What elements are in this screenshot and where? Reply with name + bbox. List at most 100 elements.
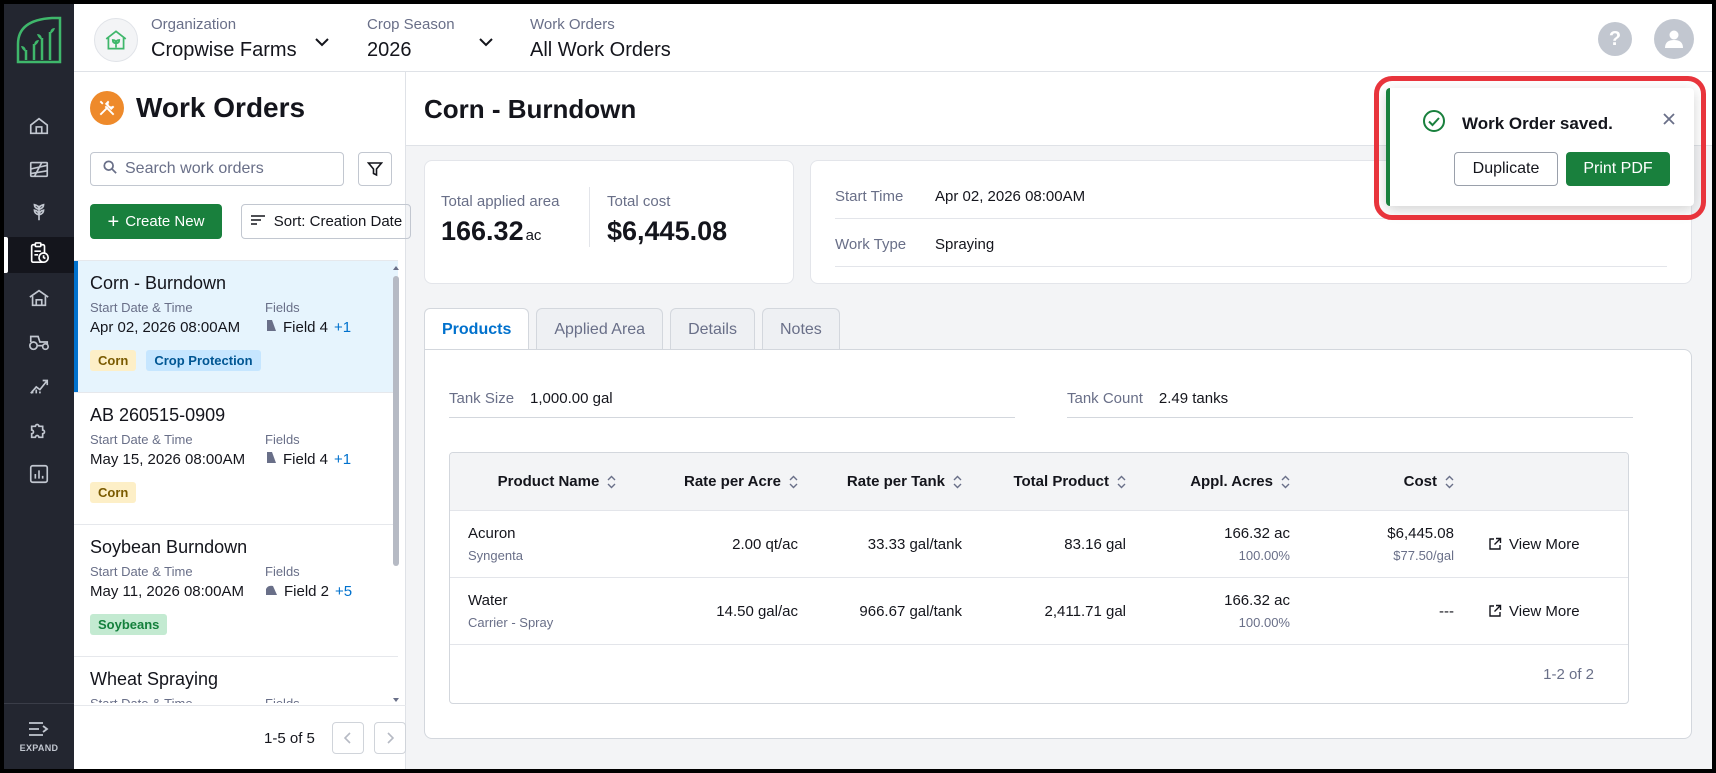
- start-date-label: Start Date & Time: [90, 432, 193, 447]
- column-label: Rate per Acre: [684, 473, 781, 490]
- external-link-icon: [1489, 537, 1502, 550]
- col-cost[interactable]: Cost: [1306, 473, 1470, 490]
- list-item[interactable]: Corn - Burndown Start Date & Time Apr 02…: [74, 261, 398, 393]
- sidebar-item-work-orders[interactable]: [4, 237, 74, 273]
- view-more-link[interactable]: View More: [1488, 536, 1610, 553]
- search-box[interactable]: [90, 152, 344, 186]
- close-icon[interactable]: [1662, 112, 1676, 131]
- tank-count-row: Tank Count 2.49 tanks: [1067, 380, 1633, 418]
- app-window: EXPAND Organization Cropwise Farms Crop …: [4, 4, 1712, 769]
- tab-notes[interactable]: Notes: [761, 308, 840, 350]
- list-item[interactable]: Soybean Burndown Start Date & Time May 1…: [74, 525, 398, 657]
- filter-icon: [367, 162, 383, 177]
- sidebar-item-crops[interactable]: [4, 196, 74, 232]
- cropwise-logo-icon[interactable]: [14, 14, 64, 66]
- start-date-label: Start Date & Time: [90, 696, 265, 703]
- col-appl-acres[interactable]: Appl. Acres: [1142, 473, 1306, 490]
- sidebar-expand-button[interactable]: EXPAND: [4, 703, 74, 769]
- list-scrollbar[interactable]: [392, 264, 400, 704]
- sort-button[interactable]: Sort: Creation Date: [241, 204, 411, 239]
- chevron-down-icon[interactable]: [314, 34, 330, 52]
- scrollbar-thumb[interactable]: [393, 276, 399, 566]
- duplicate-button[interactable]: Duplicate: [1454, 152, 1558, 186]
- col-total-product[interactable]: Total Product: [978, 473, 1142, 490]
- sidebar-item-fields[interactable]: [4, 153, 74, 189]
- appl-acres-percent: 100.00%: [1238, 615, 1290, 630]
- sidebar: EXPAND: [4, 4, 74, 769]
- tank-count-value: 2.49 tanks: [1158, 390, 1229, 407]
- column-label: Rate per Tank: [846, 473, 945, 490]
- check-circle-icon: [1422, 109, 1446, 138]
- create-new-label: Create New: [125, 213, 205, 230]
- sidebar-item-analytics[interactable]: [4, 370, 74, 406]
- search-input[interactable]: [125, 160, 335, 178]
- total-product: 2,411.71 gal: [1044, 602, 1126, 620]
- tab-details[interactable]: Details: [670, 308, 755, 350]
- tab-applied-area[interactable]: Applied Area: [536, 308, 664, 350]
- column-label: Appl. Acres: [1190, 473, 1273, 490]
- fields-label: Fields: [265, 432, 300, 447]
- storage-icon: [28, 287, 50, 314]
- total-area-unit: ac: [525, 227, 542, 244]
- table-pagination: 1-2 of 2: [450, 645, 1628, 703]
- view-more-link[interactable]: View More: [1488, 603, 1610, 620]
- list-item[interactable]: AB 260515-0909 Start Date & Time May 15,…: [74, 393, 398, 525]
- help-icon: ?: [1608, 27, 1622, 50]
- col-rate-per-tank[interactable]: Rate per Tank: [814, 473, 978, 490]
- search-icon: [103, 159, 117, 179]
- chevron-down-icon[interactable]: [478, 34, 494, 52]
- detail-tabs: Products Applied Area Details Notes: [424, 308, 840, 351]
- plus-icon: +: [107, 210, 120, 233]
- help-button[interactable]: ?: [1598, 22, 1632, 56]
- more-fields-count[interactable]: +1: [334, 451, 351, 468]
- tools-icon: [90, 91, 124, 125]
- tab-products[interactable]: Products: [424, 308, 530, 351]
- product-name: Water: [468, 592, 508, 609]
- more-fields-count[interactable]: +1: [334, 319, 351, 336]
- sort-icon: [1445, 475, 1454, 489]
- unit-cost: $77.50/gal: [1393, 548, 1454, 563]
- organization-icon[interactable]: [94, 18, 138, 62]
- external-link-icon: [1489, 604, 1502, 617]
- total-product: 83.16 gal: [1064, 535, 1126, 553]
- sidebar-item-reports[interactable]: [4, 458, 74, 494]
- prev-page-button[interactable]: [332, 722, 364, 754]
- total-cost-label: Total cost: [607, 193, 671, 210]
- sort-icon: [953, 475, 962, 489]
- tank-size-row: Tank Size 1,000.00 gal: [449, 380, 1015, 418]
- field-shape-icon: [265, 451, 277, 468]
- column-label: Product Name: [497, 473, 600, 490]
- fields-label: Fields: [265, 300, 300, 315]
- field-name: Field 2: [284, 583, 330, 600]
- col-rate-per-acre[interactable]: Rate per Acre: [646, 473, 814, 490]
- tank-size-label: Tank Size: [449, 390, 515, 407]
- tank-count-label: Tank Count: [1067, 390, 1143, 407]
- products-table: Product Name Rate per Acre Rate per Tank…: [449, 452, 1629, 704]
- rate-per-tank: 966.67 gal/tank: [859, 602, 962, 620]
- analytics-icon: [28, 375, 50, 402]
- filter-button[interactable]: [358, 152, 392, 186]
- col-product-name[interactable]: Product Name: [450, 473, 646, 490]
- sidebar-item-equipment[interactable]: [4, 326, 74, 362]
- create-new-button[interactable]: + Create New: [90, 204, 222, 239]
- sidebar-item-integrations[interactable]: [4, 414, 74, 450]
- sort-icon: [607, 475, 616, 489]
- sort-label: Sort: Creation Date: [273, 213, 403, 230]
- user-avatar[interactable]: [1654, 19, 1694, 59]
- sidebar-item-home[interactable]: [4, 110, 74, 146]
- table-pagination-text: 1-2 of 2: [1543, 665, 1594, 683]
- product-manufacturer: Syngenta: [468, 548, 523, 563]
- sidebar-item-storage[interactable]: [4, 282, 74, 318]
- reports-icon: [28, 463, 50, 490]
- column-label: Cost: [1403, 473, 1437, 490]
- start-date-label: Start Date & Time: [90, 300, 193, 315]
- list-item[interactable]: Wheat Spraying Start Date & Time Fields: [74, 657, 398, 703]
- crop-tag: Soybeans: [90, 614, 168, 635]
- work-orders-breadcrumb[interactable]: Work Orders All Work Orders: [530, 16, 730, 62]
- print-pdf-button[interactable]: Print PDF: [1566, 152, 1670, 186]
- tractor-icon: [27, 331, 51, 358]
- more-fields-count[interactable]: +5: [335, 583, 352, 600]
- next-page-button[interactable]: [374, 722, 406, 754]
- sort-icon: [250, 213, 266, 230]
- pagination-text: 1-5 of 5: [264, 730, 315, 747]
